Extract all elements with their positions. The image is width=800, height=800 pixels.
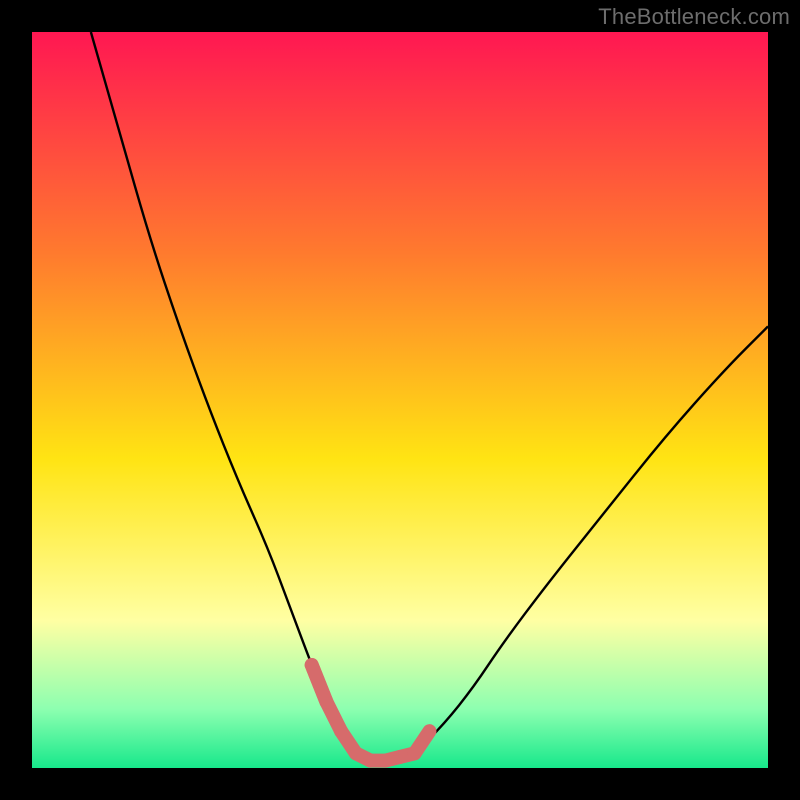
plot-area — [32, 32, 768, 768]
chart-stage: TheBottleneck.com — [0, 0, 800, 800]
watermark-text: TheBottleneck.com — [598, 4, 790, 30]
chart-svg — [32, 32, 768, 768]
gradient-bg — [32, 32, 768, 768]
